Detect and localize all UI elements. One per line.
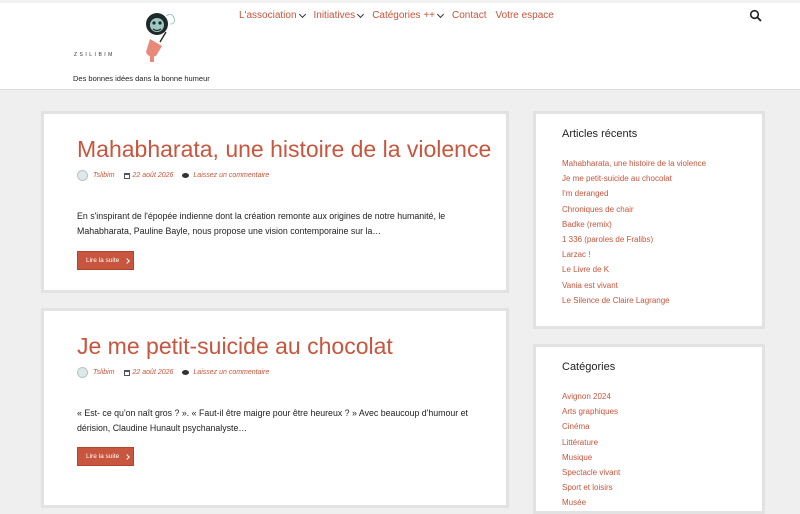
- categories-list: Avignon 2024 Arts graphiques Cinéma Litt…: [562, 389, 620, 511]
- site-header: ZSILIBIM Des bonnes idées dans la bonne …: [0, 0, 800, 90]
- list-item[interactable]: Larzac !: [562, 247, 706, 262]
- post-comments-link[interactable]: Laissez un commentaire: [193, 172, 269, 179]
- post-author[interactable]: Tslibim: [93, 172, 115, 179]
- nav-votre-espace[interactable]: Votre espace: [495, 10, 553, 21]
- comment-icon: [182, 173, 190, 178]
- widget-title: Catégories: [562, 361, 616, 373]
- post-excerpt: En s'inspirant de l'épopée indienne dont…: [77, 211, 446, 236]
- list-item[interactable]: Mahabharata, une histoire de la violence: [562, 156, 706, 171]
- post-card: Mahabharata, une histoire de la violence…: [41, 111, 509, 293]
- calendar-icon: [123, 369, 130, 376]
- list-item[interactable]: Arts graphiques: [562, 404, 620, 419]
- chevron-right-icon: [124, 257, 131, 264]
- site-logo[interactable]: [70, 6, 200, 68]
- nav-contact-label: Contact: [452, 10, 487, 21]
- chevron-down-icon: [436, 10, 445, 18]
- read-more-label: Lire la suite: [86, 257, 120, 264]
- list-item[interactable]: Chroniques de chair: [562, 202, 706, 217]
- author-avatar: [77, 367, 88, 378]
- chevron-down-icon: [357, 10, 365, 18]
- search-icon[interactable]: [749, 9, 763, 23]
- list-item[interactable]: Spectacle vivant: [562, 465, 620, 480]
- list-item[interactable]: Musée: [562, 495, 620, 510]
- list-item[interactable]: Cinéma: [562, 419, 620, 434]
- site-tagline: Des bonnes idées dans la bonne humeur: [73, 74, 210, 83]
- recent-posts-list: Mahabharata, une histoire de la violence…: [562, 156, 706, 308]
- list-item[interactable]: Le Silence de Claire Lagrange: [562, 293, 706, 308]
- list-item[interactable]: I'm deranged: [562, 186, 706, 201]
- logo-wordmark: ZSILIBIM: [74, 52, 115, 58]
- nav-initiatives[interactable]: Initiatives: [313, 10, 365, 21]
- post-meta: Tslibim 22 août 2026 Laissez un commenta…: [77, 170, 269, 181]
- list-item[interactable]: 1 336 (paroles de Fralibs): [562, 232, 706, 247]
- post-meta: Tslibim 22 août 2026 Laissez un commenta…: [77, 367, 269, 378]
- widget-title: Articles récents: [562, 128, 638, 140]
- nav-contact[interactable]: Contact: [452, 10, 486, 21]
- nav-association[interactable]: L'association: [239, 10, 306, 21]
- main-nav: L'association Initiatives Catégories ++ …: [239, 10, 563, 21]
- read-more-button[interactable]: Lire la suite: [77, 251, 134, 270]
- nav-association-label: L'association: [239, 10, 297, 21]
- categories-widget: Catégories Avignon 2024 Arts graphiques …: [533, 344, 765, 514]
- calendar-icon: [123, 172, 130, 179]
- post-title[interactable]: Je me petit-suicide au chocolat: [77, 333, 393, 360]
- list-item[interactable]: Musique: [562, 450, 620, 465]
- list-item[interactable]: Je me petit-suicide au chocolat: [562, 171, 706, 186]
- nav-votre-espace-label: Votre espace: [495, 10, 554, 21]
- post-comments-link[interactable]: Laissez un commentaire: [193, 369, 269, 376]
- post-excerpt: « Est- ce qu'on naît gros ? ». « Faut-il…: [77, 408, 468, 433]
- list-item[interactable]: Sport et loisirs: [562, 480, 620, 495]
- chevron-right-icon: [124, 453, 131, 460]
- nav-categories-label: Catégories ++: [372, 10, 436, 21]
- top-strip: [0, 0, 800, 3]
- post-date[interactable]: 22 août 2026: [133, 172, 174, 179]
- chevron-down-icon: [298, 10, 306, 18]
- post-card: Je me petit-suicide au chocolat Tslibim …: [41, 308, 509, 508]
- comment-icon: [182, 370, 190, 375]
- list-item[interactable]: Littérature: [562, 435, 620, 450]
- post-author[interactable]: Tslibim: [93, 369, 115, 376]
- read-more-button[interactable]: Lire la suite: [77, 447, 134, 466]
- list-item[interactable]: Avignon 2024: [562, 389, 620, 404]
- recent-posts-widget: Articles récents Mahabharata, une histoi…: [533, 111, 765, 329]
- post-title[interactable]: Mahabharata, une histoire de la violence: [77, 136, 491, 163]
- read-more-label: Lire la suite: [86, 453, 120, 460]
- list-item[interactable]: Le Livre de K: [562, 262, 706, 277]
- author-avatar: [77, 170, 88, 181]
- post-date[interactable]: 22 août 2026: [133, 369, 174, 376]
- nav-categories[interactable]: Catégories ++: [372, 10, 445, 21]
- nav-initiatives-label: Initiatives: [313, 10, 356, 21]
- list-item[interactable]: Vania est vivant: [562, 278, 706, 293]
- list-item[interactable]: Badke (remix): [562, 217, 706, 232]
